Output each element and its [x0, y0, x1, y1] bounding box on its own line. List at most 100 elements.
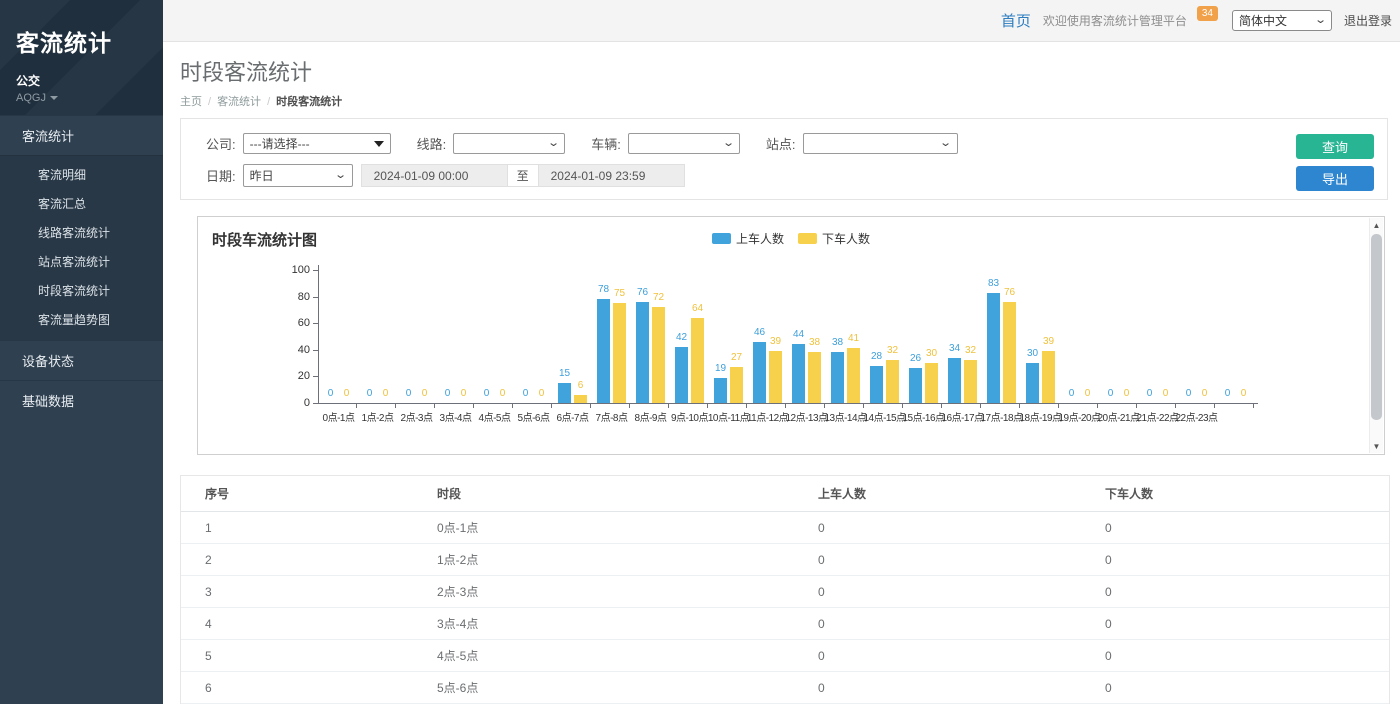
sidebar-subitem[interactable]: 客流明细	[0, 160, 163, 189]
bar: 44	[792, 344, 805, 403]
scrollbar-thumb[interactable]	[1371, 234, 1382, 420]
bar: 6	[574, 395, 587, 403]
language-select[interactable]: 简体中文 ⌄	[1232, 10, 1332, 31]
breadcrumb-home[interactable]: 主页	[180, 96, 202, 108]
bar: 15	[558, 383, 571, 403]
legend-item[interactable]: 上车人数	[712, 230, 784, 247]
bar: 34	[948, 358, 961, 403]
sidebar-subitem[interactable]: 线路客流统计	[0, 218, 163, 247]
breadcrumb-current: 时段客流统计	[276, 96, 342, 108]
table-cell: 5	[181, 640, 413, 672]
bar-value-label: 75	[614, 288, 625, 299]
sidebar-item-base-data[interactable]: 基础数据	[0, 380, 163, 420]
station-select[interactable]: ⌄	[803, 133, 958, 154]
table-cell: 0	[794, 576, 1081, 608]
table-row: 65点-6点00	[181, 672, 1389, 704]
date-preset-select[interactable]: 昨日 ⌄	[243, 164, 353, 187]
hourly-stats-table: 序号 时段 上车人数 下车人数 10点-1点0021点-2点0032点-3点00…	[181, 476, 1389, 704]
date-label: 日期:	[206, 166, 236, 185]
bar-value-label: 27	[731, 352, 742, 363]
bar-group: 00	[514, 270, 553, 403]
table-cell: 0	[794, 608, 1081, 640]
table-cell: 3	[181, 576, 413, 608]
bar: 39	[769, 351, 782, 403]
table-cell: 0	[1081, 640, 1389, 672]
sidebar-item-passenger-stats[interactable]: 客流统计	[0, 115, 163, 155]
bar-group: 1927	[709, 270, 748, 403]
y-axis-tick-label: 40	[270, 344, 310, 356]
home-link[interactable]: 首页	[1001, 10, 1031, 31]
bar-group: 44 38	[787, 270, 826, 403]
table-cell: 0	[1081, 544, 1389, 576]
org-code-dropdown[interactable]: AQGJ	[16, 92, 163, 104]
sidebar-subitem[interactable]: 客流量趋势图	[0, 305, 163, 334]
x-axis-label: 5点-6点	[514, 409, 553, 424]
bar-value-label: 0	[1225, 388, 1231, 399]
app-title: 客流统计	[16, 24, 163, 58]
table-cell: 3点-4点	[413, 608, 794, 640]
vehicle-label: 车辆:	[591, 134, 621, 153]
bar-group: 00	[319, 270, 358, 403]
x-axis-ticks	[318, 404, 1255, 408]
bar-value-label: 0	[1124, 388, 1130, 399]
bar: 46	[753, 342, 766, 403]
y-axis-tick-mark	[313, 376, 318, 377]
line-select[interactable]: ⌄	[453, 133, 565, 154]
bar-group: 00	[358, 270, 397, 403]
bar-group: 00	[1099, 270, 1138, 403]
y-axis-tick-mark	[313, 297, 318, 298]
date-from-input[interactable]: 2024-01-09 00:00	[361, 164, 508, 187]
sidebar-subitem[interactable]: 站点客流统计	[0, 247, 163, 276]
bar-value-label: 34	[949, 343, 960, 354]
sidebar-item-device-status[interactable]: 设备状态	[0, 340, 163, 380]
filter-panel: 公司: ---请选择--- 线路: ⌄ 车辆:	[180, 118, 1388, 200]
x-axis-label: 8点-9点	[631, 409, 670, 424]
bar-value-label: 0	[1069, 388, 1075, 399]
export-button[interactable]: 导出	[1296, 166, 1374, 191]
bar: 39	[1042, 351, 1055, 403]
bar-group: 2630	[904, 270, 943, 403]
x-axis-label: 18点-19点	[1021, 409, 1060, 424]
chevron-down-icon: ⌄	[547, 138, 560, 149]
company-select[interactable]: ---请选择---	[243, 133, 391, 154]
bar-value-label: 78	[598, 284, 609, 295]
table-row: 10点-1点00	[181, 512, 1389, 544]
line-label: 线路:	[417, 134, 447, 153]
bar: 78	[597, 299, 610, 403]
bar-value-label: 0	[1202, 388, 1208, 399]
bar-group: 156	[553, 270, 592, 403]
y-axis-tick-mark	[313, 323, 318, 324]
scroll-down-arrow-icon[interactable]: ▼	[1370, 439, 1383, 453]
bar-value-label: 6	[578, 380, 584, 391]
bar-value-label: 0	[1186, 388, 1192, 399]
vehicle-select[interactable]: ⌄	[628, 133, 740, 154]
y-axis-tick-label: 20	[270, 370, 310, 382]
query-button[interactable]: 查询	[1296, 134, 1374, 159]
sidebar-subitem[interactable]: 时段客流统计	[0, 276, 163, 305]
bar: 64	[691, 318, 704, 403]
bar-group: 4264	[670, 270, 709, 403]
sidebar-subitem[interactable]: 客流汇总	[0, 189, 163, 218]
table-cell: 0	[794, 544, 1081, 576]
bar-value-label: 38	[809, 337, 820, 348]
bar-value-label: 0	[461, 388, 467, 399]
caret-down-icon	[50, 96, 58, 100]
breadcrumb-passenger-stats[interactable]: 客流统计	[217, 96, 261, 108]
legend-swatch	[798, 233, 817, 244]
bar-group: 3432	[943, 270, 982, 403]
logout-link[interactable]: 退出登录	[1344, 12, 1392, 29]
col-header-index: 序号	[181, 476, 413, 512]
filter-row-1: 公司: ---请选择--- 线路: ⌄ 车辆:	[206, 133, 1387, 154]
bar: 42	[675, 347, 688, 403]
date-to-input[interactable]: 2024-01-09 23:59	[538, 164, 685, 187]
y-axis-tick-mark	[313, 403, 318, 404]
x-axis-label: 13点-14点	[826, 409, 865, 424]
table-row: 32点-3点00	[181, 576, 1389, 608]
bar-value-label: 42	[676, 332, 687, 343]
legend-item[interactable]: 下车人数	[798, 230, 870, 247]
chart-panel: 时段车流统计图 上车人数下车人数 020406080100 0000000000…	[197, 216, 1385, 455]
x-axis-labels: 0点-1点1点-2点2点-3点3点-4点4点-5点5点-6点6点-7点7点-8点…	[319, 409, 1255, 424]
vertical-scrollbar[interactable]: ▲ ▼	[1369, 218, 1383, 453]
scroll-up-arrow-icon[interactable]: ▲	[1370, 218, 1383, 232]
x-axis-label: 6点-7点	[553, 409, 592, 424]
